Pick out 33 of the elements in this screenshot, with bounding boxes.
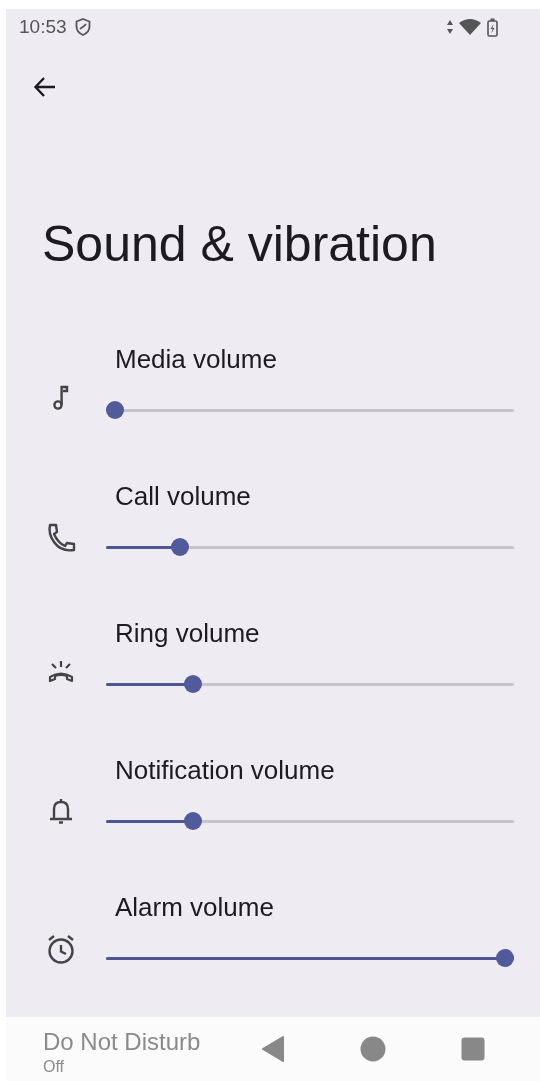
overview-nav-button[interactable] bbox=[461, 1037, 485, 1061]
volume-label: Media volume bbox=[115, 343, 278, 375]
battery-icon bbox=[487, 17, 498, 37]
volume-slider[interactable] bbox=[106, 675, 514, 693]
volume-slider[interactable] bbox=[106, 538, 514, 556]
circle-icon bbox=[360, 1036, 386, 1062]
volume-label: Ring volume bbox=[115, 617, 261, 649]
data-arrows-icon bbox=[447, 20, 453, 34]
alarm-clock-icon bbox=[45, 933, 76, 965]
music-note-icon bbox=[52, 385, 69, 411]
bell-icon bbox=[47, 796, 74, 826]
slider-thumb[interactable] bbox=[184, 812, 202, 830]
shield-icon bbox=[74, 18, 91, 36]
do-not-disturb-summary: Off bbox=[43, 1057, 66, 1077]
back-nav-button[interactable] bbox=[261, 1036, 285, 1062]
home-nav-button[interactable] bbox=[360, 1036, 386, 1062]
wifi-icon bbox=[459, 19, 481, 35]
slider-thumb[interactable] bbox=[184, 675, 202, 693]
status-time: 10:53 bbox=[19, 16, 67, 38]
volume-slider[interactable] bbox=[106, 401, 514, 419]
page-title: Sound & vibration bbox=[42, 215, 438, 274]
slider-thumb[interactable] bbox=[496, 949, 514, 967]
volume-label: Call volume bbox=[115, 480, 252, 512]
triangle-icon bbox=[261, 1036, 285, 1062]
volume-label: Alarm volume bbox=[115, 891, 275, 923]
do-not-disturb-title: Do Not Disturb bbox=[43, 1027, 201, 1057]
volume-slider[interactable] bbox=[106, 812, 514, 830]
square-icon bbox=[461, 1037, 485, 1061]
slider-thumb[interactable] bbox=[106, 401, 124, 419]
ringing-phone-icon bbox=[47, 659, 74, 683]
volume-slider[interactable] bbox=[106, 949, 514, 967]
volume-label: Notification volume bbox=[115, 754, 336, 786]
slider-thumb[interactable] bbox=[171, 538, 190, 556]
